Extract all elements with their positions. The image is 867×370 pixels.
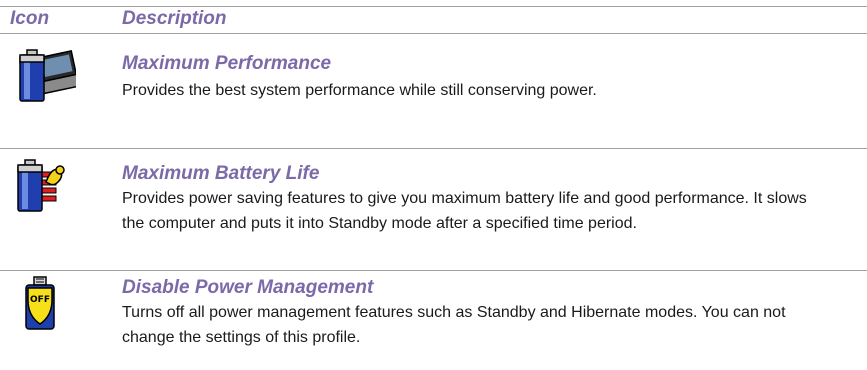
row-title: Maximum Battery Life bbox=[122, 163, 320, 184]
battery-laptop-icon bbox=[19, 49, 76, 102]
icon-column-header: Icon bbox=[10, 8, 50, 29]
description-column-header: Description bbox=[122, 8, 227, 29]
header-rule bbox=[0, 33, 867, 34]
svg-text:OFF: OFF bbox=[30, 295, 50, 305]
row-title: Maximum Performance bbox=[122, 53, 332, 74]
row-description: Provides the best system performance whi… bbox=[122, 82, 597, 99]
row-rule bbox=[0, 270, 867, 271]
battery-off-icon: OFF bbox=[25, 276, 55, 330]
row-rule bbox=[0, 148, 867, 149]
battery-flexed-arm-icon bbox=[17, 159, 65, 212]
row-description: Turns off all power management features … bbox=[122, 304, 786, 346]
row-title: Disable Power Management bbox=[122, 277, 374, 298]
table-top-rule bbox=[0, 6, 867, 7]
row-description: Provides power saving features to give y… bbox=[122, 190, 807, 232]
